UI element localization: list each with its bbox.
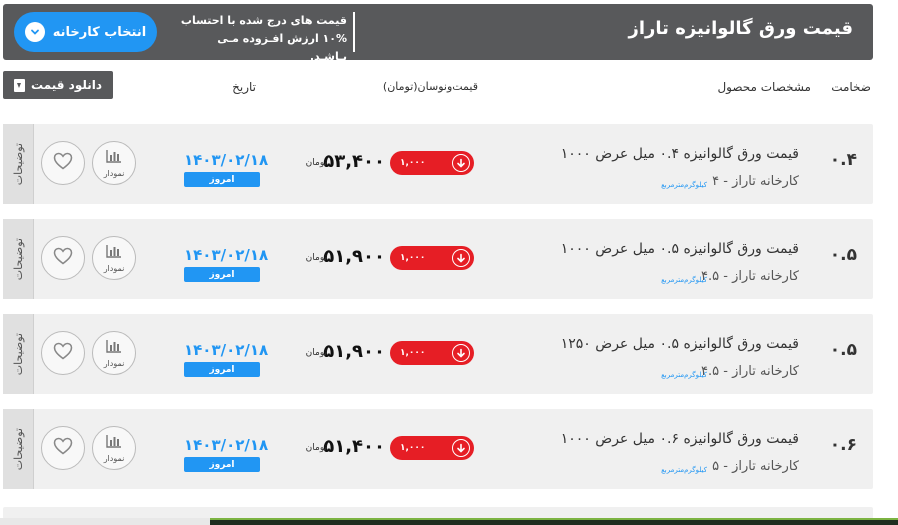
price-change-badge[interactable]: ۱,۰۰۰: [390, 436, 474, 460]
description-tab[interactable]: توضیحات: [3, 314, 34, 394]
favorite-button[interactable]: [41, 236, 85, 280]
table-row: ۰.۵ قیمت ورق گالوانیزه ۰.۵ میل عرض ۱۲۵۰ کا…: [3, 314, 873, 394]
select-factory-button[interactable]: انتخاب کارخانه: [14, 12, 157, 52]
price-date: ۱۴۰۳/۰۲/۱۸: [184, 436, 269, 454]
heart-icon: [53, 247, 73, 269]
heart-icon: [53, 437, 73, 459]
thickness-value: ۰.۵: [829, 245, 857, 265]
select-factory-label: انتخاب کارخانه: [52, 24, 147, 40]
bar-chart-icon: [106, 148, 122, 167]
product-name-link[interactable]: قیمت ورق گالوانیزه ۰.۵ میل عرض ۱۲۵۰: [561, 336, 799, 352]
vat-note: قیمت های درج شده با احتساب ۱۰% ارزش افـز…: [179, 12, 347, 66]
today-badge: امروز: [184, 267, 260, 282]
bar-chart-icon: [106, 243, 122, 262]
today-badge: امروز: [184, 172, 260, 187]
price-value: ۵۱,۹۰۰: [323, 341, 385, 362]
product-name-link[interactable]: قیمت ورق گالوانیزه ۰.۶ میل عرض ۱۰۰۰: [561, 431, 799, 447]
page-header: قیمت ورق گالوانیزه تاراز قیمت های درج شد…: [3, 4, 873, 63]
arrow-down-circle-icon: [452, 249, 470, 267]
factory-name: کارخانه تاراز - ۴.۵: [701, 269, 799, 284]
thickness-value: ۰.۵: [829, 340, 857, 360]
chart-button[interactable]: نمودار: [92, 331, 136, 375]
bar-chart-icon: [106, 338, 122, 357]
price-date: ۱۴۰۳/۰۲/۱۸: [184, 246, 269, 264]
chart-label: نمودار: [103, 359, 125, 368]
download-price-label: دانلود قیمت: [30, 78, 103, 92]
description-label: توضیحات: [11, 332, 25, 376]
heart-icon: [53, 342, 73, 364]
arrow-down-circle-icon: [452, 344, 470, 362]
description-label: توضیحات: [11, 142, 25, 186]
bottom-strip: [0, 518, 898, 525]
price-unit: تومان: [305, 253, 327, 263]
arrow-down-circle-icon: [452, 154, 470, 172]
chart-label: نمودار: [103, 454, 125, 463]
price-change-badge[interactable]: ۱,۰۰۰: [390, 246, 474, 270]
vat-note-line1: قیمت های درج شده با احتساب: [180, 14, 347, 27]
thickness-value: ۰.۴: [829, 150, 857, 170]
download-icon: [13, 78, 25, 92]
bar-chart-icon: [106, 433, 122, 452]
download-price-button[interactable]: دانلود قیمت: [3, 71, 113, 99]
description-tab[interactable]: توضیحات: [3, 409, 34, 489]
price-change-badge[interactable]: ۱,۰۰۰: [390, 151, 474, 175]
price-unit: تومان: [305, 348, 327, 358]
favorite-button[interactable]: [41, 141, 85, 185]
col-header-specs: مشخصات محصول: [717, 80, 811, 94]
favorite-button[interactable]: [41, 331, 85, 375]
price-change-value: ۱,۰۰۰: [400, 253, 426, 263]
vat-note-line2: ۱۰% ارزش افـزوده مـی بـاشـد.: [217, 32, 347, 63]
chart-label: نمودار: [103, 169, 125, 178]
col-header-date: تاریخ: [232, 80, 256, 94]
weight-note: کیلوگرم‌مترمربع: [661, 466, 707, 474]
price-value: ۵۱,۴۰۰: [323, 436, 385, 457]
price-change-value: ۱,۰۰۰: [400, 348, 426, 358]
table-row: ۰.۴ قیمت ورق گالوانیزه ۰.۴ میل عرض ۱۰۰۰ کا…: [3, 124, 873, 204]
weight-note: کیلوگرم‌مترمربع: [661, 181, 707, 189]
weight-note: کیلوگرم‌مترمربع: [661, 276, 707, 284]
product-name-link[interactable]: قیمت ورق گالوانیزه ۰.۵ میل عرض ۱۰۰۰: [561, 241, 799, 257]
page-title: قیمت ورق گالوانیزه تاراز: [628, 18, 853, 39]
weight-note: کیلوگرم‌مترمربع: [661, 371, 707, 379]
description-tab[interactable]: توضیحات: [3, 124, 34, 204]
arrow-down-circle-icon: [452, 439, 470, 457]
price-date: ۱۴۰۳/۰۲/۱۸: [184, 341, 269, 359]
heart-icon: [53, 152, 73, 174]
price-date: ۱۴۰۳/۰۲/۱۸: [184, 151, 269, 169]
price-change-value: ۱,۰۰۰: [400, 158, 426, 168]
favorite-button[interactable]: [41, 426, 85, 470]
table-row: ۰.۵ قیمت ورق گالوانیزه ۰.۵ میل عرض ۱۰۰۰ کا…: [3, 219, 873, 299]
price-change-value: ۱,۰۰۰: [400, 443, 426, 453]
description-tab[interactable]: توضیحات: [3, 219, 34, 299]
description-label: توضیحات: [11, 427, 25, 471]
price-unit: تومان: [305, 443, 327, 453]
col-header-price: قیمت‌ونوسان(تومان): [382, 80, 478, 93]
thickness-value: ۰.۶: [829, 435, 857, 455]
price-change-badge[interactable]: ۱,۰۰۰: [390, 341, 474, 365]
factory-name: کارخانه تاراز - ۵: [712, 459, 799, 474]
factory-name: کارخانه تاراز - ۴.۵: [701, 364, 799, 379]
chart-button[interactable]: نمودار: [92, 426, 136, 470]
today-badge: امروز: [184, 457, 260, 472]
header-divider: [353, 12, 355, 52]
chart-button[interactable]: نمودار: [92, 236, 136, 280]
chart-label: نمودار: [103, 264, 125, 273]
chevron-down-icon: [24, 22, 45, 42]
col-header-thickness: ضخامت: [831, 80, 871, 94]
description-label: توضیحات: [11, 237, 25, 281]
table-row: ۰.۶ قیمت ورق گالوانیزه ۰.۶ میل عرض ۱۰۰۰ کا…: [3, 409, 873, 489]
price-value: ۵۱,۹۰۰: [323, 246, 385, 267]
chart-button[interactable]: نمودار: [92, 141, 136, 185]
price-unit: تومان: [305, 158, 327, 168]
factory-name: کارخانه تاراز - ۴: [712, 174, 799, 189]
price-value: ۵۳,۴۰۰: [323, 151, 385, 172]
product-name-link[interactable]: قیمت ورق گالوانیزه ۰.۴ میل عرض ۱۰۰۰: [561, 146, 799, 162]
today-badge: امروز: [184, 362, 260, 377]
